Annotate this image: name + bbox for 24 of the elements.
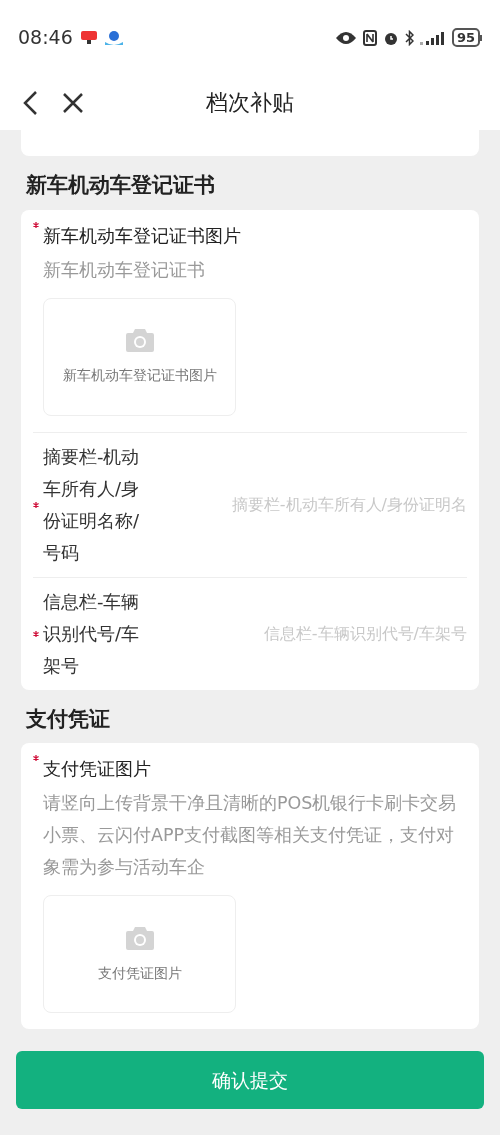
field-label: 信息栏-车辆识别代号/车架号 [43, 589, 141, 678]
section-title: 新车机动车登记证书 [25, 172, 216, 199]
upload-box[interactable]: 新车机动车登记证书图片 [43, 297, 236, 416]
page-title: 档次补贴 [206, 89, 294, 117]
camera-icon [124, 924, 155, 951]
signal-icon [419, 30, 446, 45]
nfc-icon [362, 29, 377, 46]
field-label: 摘要栏-机动车所有人/身份证明名称/号码 [43, 444, 141, 565]
battery-indicator: 95 [451, 28, 482, 47]
close-icon[interactable] [62, 91, 84, 114]
bluetooth-icon [404, 29, 414, 46]
upload-box[interactable]: 支付凭证图片 [43, 895, 236, 1013]
field-hint: 新车机动车登记证书 [43, 258, 206, 282]
app-notification-icon [80, 30, 97, 45]
back-icon[interactable] [22, 89, 38, 116]
status-time: 08:46 [18, 25, 73, 51]
section-title: 支付凭证 [25, 705, 111, 733]
field-label: 支付凭证图片 [43, 757, 151, 781]
submit-button[interactable]: 确认提交 [16, 1051, 484, 1109]
camera-icon [124, 327, 155, 353]
field-label: 新车机动车登记证书图片 [43, 223, 241, 248]
eye-icon [334, 30, 357, 45]
field-hint: 请竖向上传背景干净且清晰的POS机银行卡刷卡交易小票、云闪付APP支付截图等相关支付凭证，支付对象需为参与活动车企 [43, 792, 458, 879]
app-notification-icon [104, 29, 123, 46]
